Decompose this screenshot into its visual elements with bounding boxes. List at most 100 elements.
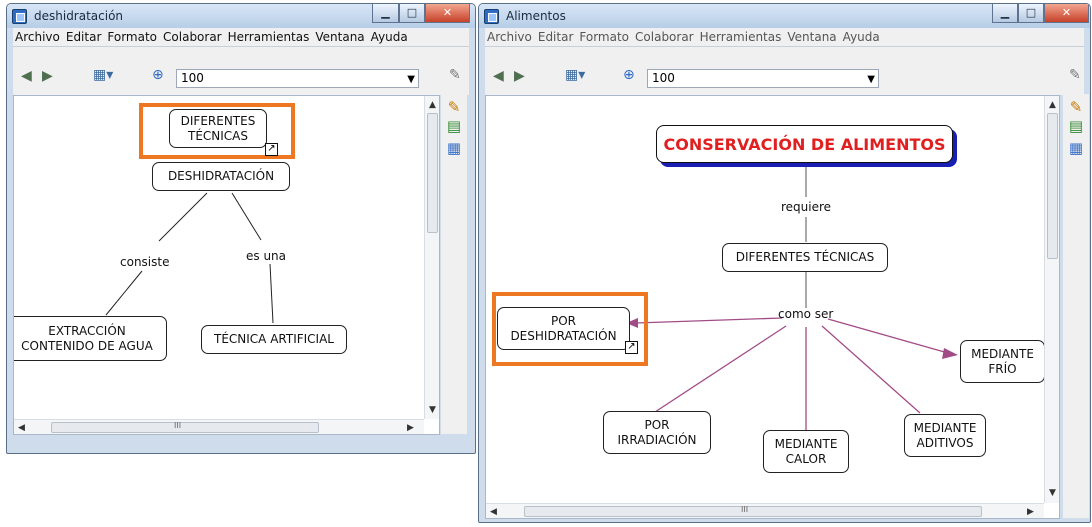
- concept-map-canvas[interactable]: DIFERENTES TÉCNICAS ↗ DESHIDRATACIÓN con…: [13, 95, 440, 435]
- menu-editar[interactable]: Editar: [66, 30, 102, 44]
- scroll-up-arrow-icon[interactable]: ▲: [429, 100, 436, 110]
- node-diferentes-tecnicas[interactable]: DIFERENTES TÉCNICAS: [722, 243, 888, 272]
- view-icon[interactable]: ▦▾: [93, 67, 113, 83]
- resources-icon[interactable]: ▦: [445, 139, 463, 157]
- window-title: deshidratación: [34, 9, 124, 23]
- cmap-app-icon: [12, 9, 27, 24]
- zoom-select[interactable]: 100 ▼: [647, 69, 879, 88]
- scroll-down-arrow-icon[interactable]: ▼: [1049, 488, 1056, 498]
- node-tecnica-artificial[interactable]: TÉCNICA ARTIFICIAL: [201, 325, 347, 354]
- scroll-thumb[interactable]: [1047, 113, 1058, 259]
- node-label: MEDIANTE FRÍO: [971, 346, 1034, 376]
- view-icon[interactable]: ▦▾: [565, 67, 585, 83]
- node-conservacion[interactable]: CONSERVACIÓN DE ALIMENTOS: [656, 125, 953, 163]
- titlebar[interactable]: deshidratación ▁ □ ✕: [7, 4, 475, 28]
- scroll-left-arrow-icon[interactable]: ◀: [18, 423, 25, 433]
- node-label: POR DESHIDRATACIÓN: [510, 313, 617, 343]
- menu-ventana[interactable]: Ventana: [787, 30, 836, 44]
- menu-ayuda[interactable]: Ayuda: [371, 30, 408, 44]
- concept-map-canvas[interactable]: CONSERVACIÓN DE ALIMENTOS requiere DIFER…: [485, 95, 1060, 519]
- notes-icon[interactable]: ▤: [1067, 117, 1085, 135]
- node-mediante-calor[interactable]: MEDIANTE CALOR: [763, 430, 849, 473]
- back-arrow-icon[interactable]: ◀: [493, 68, 504, 84]
- style-tools-icon[interactable]: ✎: [449, 67, 461, 83]
- side-tools: ✎ ▤ ▦: [441, 94, 467, 434]
- shortcut-link-icon[interactable]: ↗: [625, 341, 638, 354]
- menu-herramientas[interactable]: Herramientas: [700, 30, 782, 44]
- line-deshidratacion-consiste: [158, 192, 208, 242]
- node-mediante-aditivos[interactable]: MEDIANTE ADITIVOS: [904, 414, 986, 457]
- window-title: Alimentos: [506, 9, 566, 23]
- scroll-left-arrow-icon[interactable]: ◀: [490, 507, 497, 517]
- menu-archivo[interactable]: Archivo: [487, 30, 532, 44]
- zoom-value: 100: [652, 71, 675, 85]
- node-label: POR IRRADIACIÓN: [617, 417, 697, 447]
- zoom-icon[interactable]: ⊕: [152, 67, 164, 83]
- menu-colaborar[interactable]: Colaborar: [635, 30, 694, 44]
- node-por-irradiacion[interactable]: POR IRRADIACIÓN: [603, 411, 711, 454]
- maximize-button[interactable]: □: [1018, 4, 1044, 23]
- zoom-value: 100: [181, 71, 204, 85]
- pen-icon[interactable]: ✎: [1067, 98, 1085, 116]
- line-esuna-tecnica: [269, 263, 274, 324]
- vertical-scrollbar[interactable]: ▲ ▼: [424, 96, 439, 419]
- node-mediante-frio[interactable]: MEDIANTE FRÍO: [960, 340, 1045, 383]
- scroll-right-arrow-icon[interactable]: ▶: [407, 423, 414, 433]
- maximize-button[interactable]: □: [399, 4, 425, 23]
- link-label-esuna[interactable]: es una: [246, 249, 286, 263]
- pen-icon[interactable]: ✎: [445, 98, 463, 116]
- forward-arrow-icon[interactable]: ▶: [514, 68, 525, 84]
- scroll-grip: III: [741, 505, 749, 514]
- close-button[interactable]: ✕: [1044, 4, 1089, 23]
- menu-archivo[interactable]: Archivo: [15, 30, 60, 44]
- menu-editar[interactable]: Editar: [538, 30, 574, 44]
- node-por-deshidratacion[interactable]: POR DESHIDRATACIÓN: [497, 307, 630, 350]
- line-deshidratacion-esuna: [231, 192, 262, 241]
- menu-bar: Archivo Editar Formato Colaborar Herramienta…: [485, 28, 1084, 47]
- horizontal-scrollbar[interactable]: ◀ III ▶: [486, 503, 1044, 518]
- menu-formato[interactable]: Formato: [107, 30, 157, 44]
- toolbar: ◀ ▶ ▦▾ ⊕ 100 ▼ ✎: [13, 47, 469, 95]
- scroll-up-arrow-icon[interactable]: ▲: [1049, 100, 1056, 110]
- scroll-thumb-h[interactable]: III: [524, 505, 982, 517]
- link-label-requiere[interactable]: requiere: [781, 200, 831, 214]
- zoom-select[interactable]: 100 ▼: [176, 69, 419, 88]
- link-label-comoser[interactable]: como ser: [778, 307, 833, 321]
- chevron-down-icon: ▼: [407, 74, 415, 85]
- vertical-scrollbar[interactable]: ▲ ▼: [1044, 96, 1059, 503]
- horizontal-scrollbar[interactable]: ◀ III ▶: [14, 419, 424, 434]
- line-comoser-aditivos: [821, 325, 921, 414]
- menu-ayuda[interactable]: Ayuda: [843, 30, 880, 44]
- scroll-right-arrow-icon[interactable]: ▶: [1027, 507, 1034, 517]
- line-consiste-extraccion: [105, 270, 143, 316]
- node-label: DIFERENTES TÉCNICAS: [735, 250, 875, 264]
- close-button[interactable]: ✕: [425, 4, 470, 23]
- menu-herramientas[interactable]: Herramientas: [228, 30, 310, 44]
- resources-icon[interactable]: ▦: [1067, 139, 1085, 157]
- side-tools: ✎ ▤ ▦: [1063, 94, 1089, 518]
- line-comoser-irradiacion: [654, 325, 787, 413]
- node-deshidratacion[interactable]: DESHIDRATACIÓN: [152, 162, 290, 191]
- titlebar[interactable]: Alimentos ▁ □ ✕: [479, 4, 1090, 28]
- node-label: DESHIDRATACIÓN: [167, 169, 275, 183]
- forward-arrow-icon[interactable]: ▶: [42, 68, 53, 84]
- minimize-button[interactable]: ▁: [992, 4, 1018, 23]
- scroll-down-arrow-icon[interactable]: ▼: [429, 405, 436, 415]
- back-arrow-icon[interactable]: ◀: [21, 68, 32, 84]
- shortcut-link-icon[interactable]: ↗: [265, 143, 278, 156]
- node-diferentes-tecnicas[interactable]: DIFERENTES TÉCNICAS: [169, 109, 267, 148]
- scroll-thumb-h[interactable]: III: [51, 421, 319, 433]
- style-tools-icon[interactable]: ✎: [1069, 67, 1081, 83]
- menu-ventana[interactable]: Ventana: [315, 30, 364, 44]
- toolbar: ◀ ▶ ▦▾ ⊕ 100 ▼ ✎: [485, 47, 1084, 95]
- menu-colaborar[interactable]: Colaborar: [163, 30, 222, 44]
- minimize-button[interactable]: ▁: [372, 4, 399, 23]
- link-label-consiste[interactable]: consiste: [120, 255, 169, 269]
- notes-icon[interactable]: ▤: [445, 117, 463, 135]
- menu-formato[interactable]: Formato: [579, 30, 629, 44]
- zoom-icon[interactable]: ⊕: [623, 67, 635, 83]
- scroll-thumb[interactable]: [427, 113, 438, 233]
- window-alimentos: Alimentos ▁ □ ✕ Archivo Editar Formato Cola…: [478, 3, 1091, 523]
- node-extraccion[interactable]: EXTRACCIÓN CONTENIDO DE AGUA: [14, 316, 167, 361]
- node-label: MEDIANTE CALOR: [774, 436, 838, 466]
